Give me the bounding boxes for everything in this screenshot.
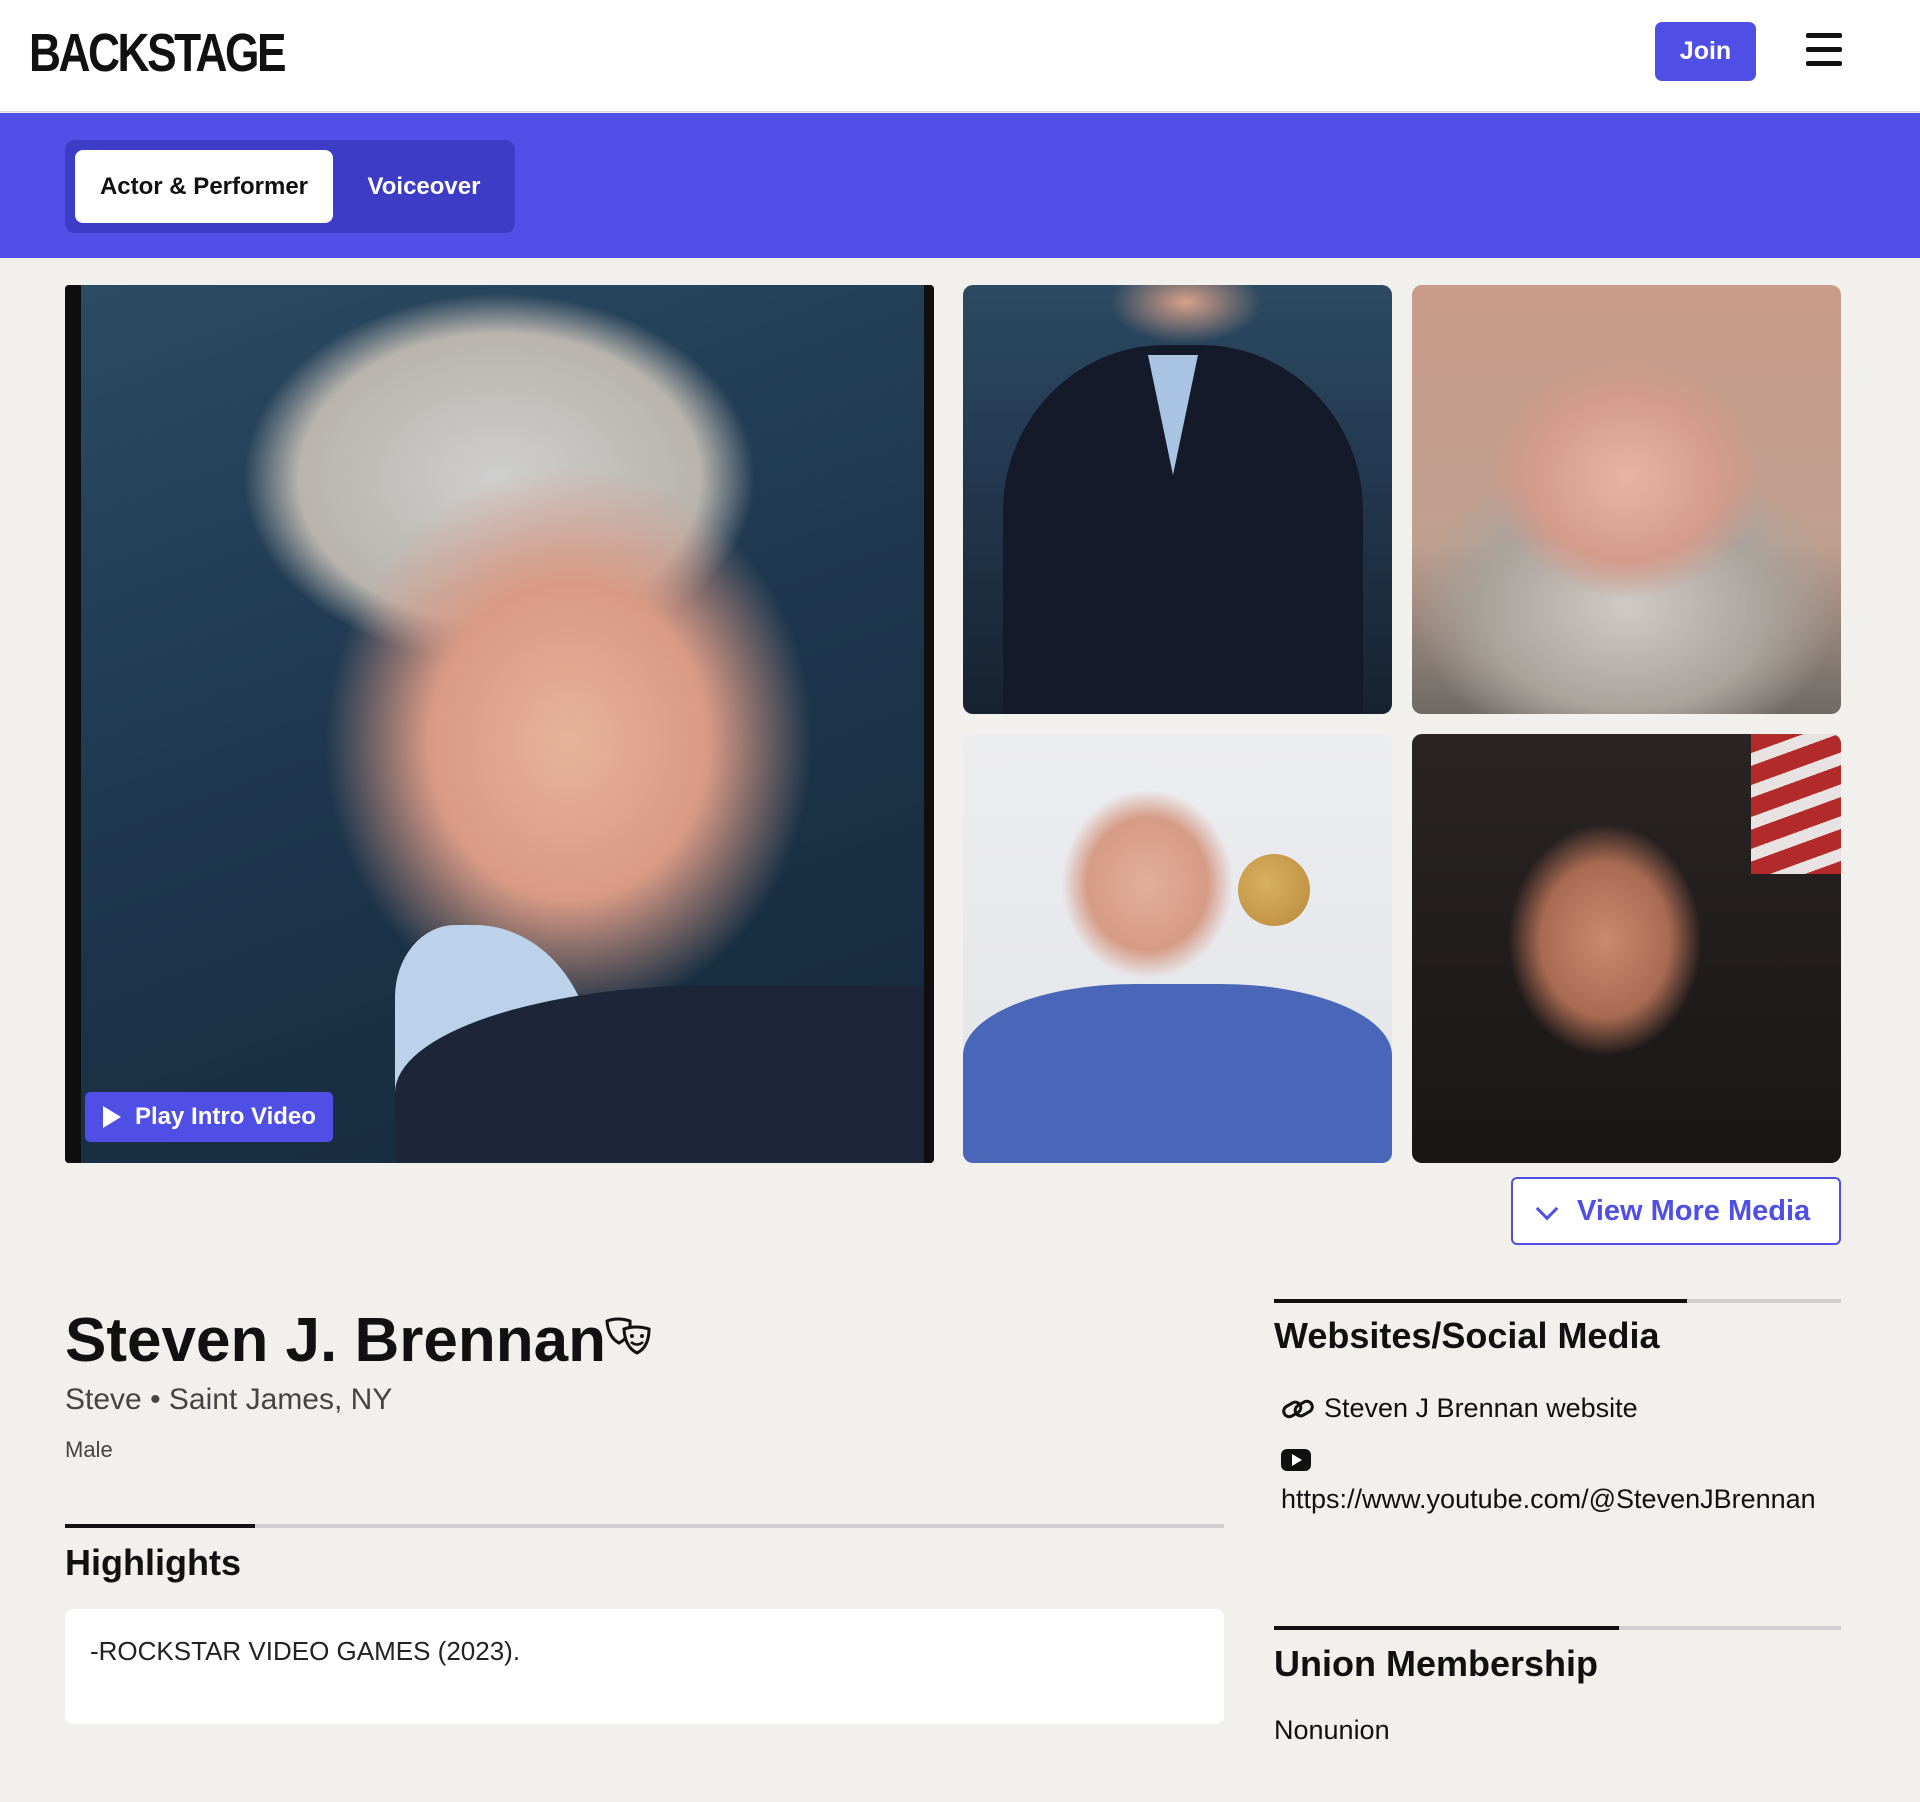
chevron-down-icon [1535,1197,1559,1221]
highlights-divider [65,1524,1224,1528]
website-link[interactable]: Steven J Brennan website [1324,1393,1638,1424]
highlights-title: Highlights [65,1542,241,1583]
profile-location: Saint James, NY [168,1383,393,1416]
union-title: Union Membership [1274,1643,1599,1684]
gallery-photo-blue-shirt[interactable] [963,734,1392,1163]
theater-masks-icon [605,1317,651,1355]
gallery-photo-closeup[interactable] [1412,285,1841,714]
websites-title: Websites/Social Media [1274,1315,1660,1356]
profile-subtitle: Steve • Saint James, NY [65,1383,392,1417]
highlights-box: -ROCKSTAR VIDEO GAMES (2023). [65,1609,1224,1724]
gallery-photo-glasses[interactable] [1412,734,1841,1163]
tab-actor-performer[interactable]: Actor & Performer [75,150,333,223]
play-intro-video-label: Play Intro Video [135,1103,316,1130]
websites-divider [1274,1299,1841,1303]
youtube-link[interactable]: https://www.youtube.com/@StevenJBrennan [1281,1480,1841,1518]
highlight-item: -ROCKSTAR VIDEO GAMES (2023). [90,1636,521,1666]
view-more-media-button[interactable]: View More Media [1511,1177,1841,1245]
union-divider [1274,1626,1841,1630]
profile-nickname: Steve [65,1383,142,1416]
link-icon [1282,1399,1314,1419]
gallery-photo-suit[interactable] [963,285,1392,714]
separator-dot: • [150,1383,161,1416]
play-intro-video-button[interactable]: Play Intro Video [85,1092,333,1142]
backstage-logo[interactable]: BACKSTAGE [29,22,286,84]
profile-gender: Male [65,1437,113,1462]
profile-type-band: Actor & Performer Voiceover [0,113,1920,258]
play-icon [103,1106,121,1128]
youtube-icon [1281,1449,1311,1471]
profile-type-tabs: Actor & Performer Voiceover [65,140,515,233]
main-headshot-photo[interactable] [65,285,934,1163]
profile-name: Steven J. Brennan [65,1306,606,1375]
hamburger-menu-icon[interactable] [1806,33,1842,67]
view-more-media-label: View More Media [1577,1194,1811,1227]
join-button[interactable]: Join [1655,22,1756,81]
site-header: BACKSTAGE Join [0,0,1920,112]
union-status: Nonunion [1274,1715,1390,1745]
tab-voiceover[interactable]: Voiceover [343,150,505,223]
